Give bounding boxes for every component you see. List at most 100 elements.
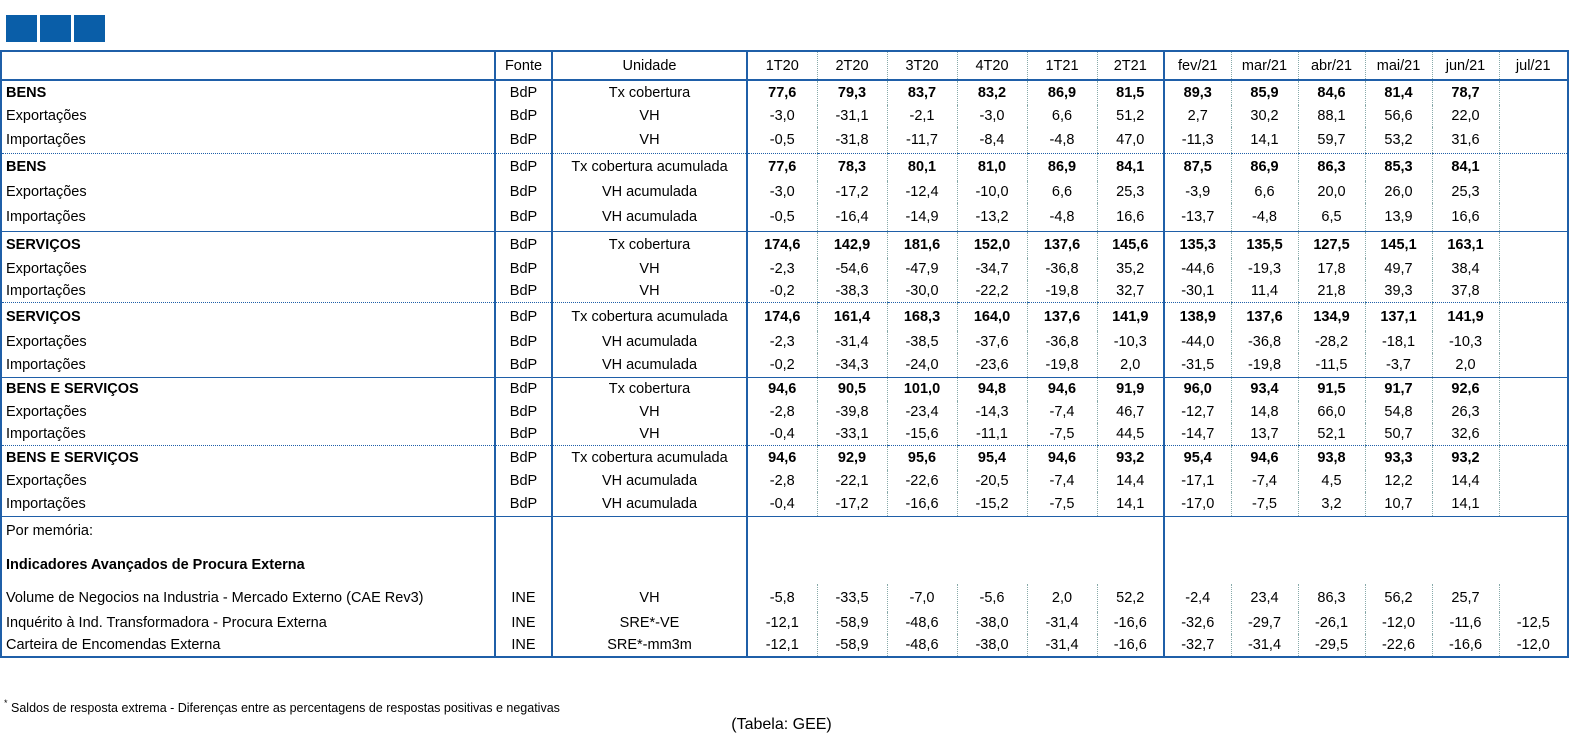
value-cell	[1498, 377, 1569, 401]
value-cell: -4,8	[1230, 203, 1298, 232]
value-cell: -32,6	[1163, 612, 1231, 634]
value-cell	[1498, 105, 1569, 127]
value-cell: -0,5	[746, 127, 817, 154]
empty-cell	[887, 546, 957, 584]
row-unit: Tx cobertura acumulada	[551, 153, 747, 181]
row-unit: Tx cobertura	[551, 80, 747, 105]
value-cell: 51,2	[1096, 105, 1164, 127]
value-cell: 134,9	[1297, 302, 1365, 331]
row-unit: VH	[551, 258, 747, 280]
value-cell: -12,4	[886, 181, 957, 203]
row-source: BdP	[494, 302, 552, 331]
value-cell: -47,9	[886, 258, 957, 280]
value-cell: 145,1	[1364, 231, 1432, 258]
value-cell: -18,1	[1364, 331, 1432, 353]
value-cell: 39,3	[1364, 280, 1432, 303]
value-cell: 78,7	[1431, 80, 1499, 105]
value-cell: 11,4	[1230, 280, 1298, 303]
value-cell: -31,4	[1026, 634, 1097, 658]
value-cell: 79,3	[816, 80, 887, 105]
value-cell: 14,4	[1431, 470, 1499, 492]
value-cell: 95,4	[956, 445, 1027, 470]
month-header: mar/21	[1230, 50, 1298, 81]
value-cell: -17,2	[816, 181, 887, 203]
value-cell: -2,3	[746, 331, 817, 353]
row-source: BdP	[494, 80, 552, 105]
row-source: BdP	[494, 280, 552, 303]
logo-block	[74, 15, 105, 42]
value-cell: 93,8	[1297, 445, 1365, 470]
value-cell: -11,7	[886, 127, 957, 154]
value-cell: 56,2	[1364, 584, 1432, 612]
row-source: INE	[494, 634, 552, 658]
value-cell: -38,5	[886, 331, 957, 353]
row-source: BdP	[494, 231, 552, 258]
value-cell: 6,6	[1230, 181, 1298, 203]
value-cell: 81,4	[1364, 80, 1432, 105]
row-label: BENS	[0, 80, 495, 105]
value-cell: -12,0	[1498, 634, 1569, 658]
value-cell: -31,1	[816, 105, 887, 127]
empty-cell	[1097, 546, 1164, 584]
value-cell: 16,6	[1431, 203, 1499, 232]
empty-cell	[1231, 546, 1298, 584]
value-cell: 52,1	[1297, 423, 1365, 446]
quarter-header: 1T21	[1026, 50, 1097, 81]
table-row: Importações BdP VH acumulada -0,5 -16,4 -14,9…	[0, 203, 1569, 232]
row-label: Inquérito à Ind. Transformadora - Procur…	[0, 612, 495, 634]
row-label: Exportações	[0, 331, 495, 353]
empty-cell	[1298, 516, 1365, 546]
row-unit: Tx cobertura	[551, 231, 747, 258]
value-cell: -14,9	[886, 203, 957, 232]
month-header: jun/21	[1431, 50, 1499, 81]
value-cell: -3,7	[1364, 353, 1432, 378]
value-cell: 46,7	[1096, 401, 1164, 423]
value-cell: 141,9	[1431, 302, 1499, 331]
value-cell: 49,7	[1364, 258, 1432, 280]
value-cell: -12,1	[746, 634, 817, 658]
value-cell: 25,3	[1096, 181, 1164, 203]
row-source: BdP	[494, 470, 552, 492]
value-cell: -22,1	[816, 470, 887, 492]
value-cell: -3,0	[746, 105, 817, 127]
value-cell: 161,4	[816, 302, 887, 331]
value-cell: -3,0	[956, 105, 1027, 127]
value-cell: 86,3	[1297, 584, 1365, 612]
value-cell: 14,1	[1230, 127, 1298, 154]
value-cell: 2,7	[1163, 105, 1231, 127]
value-cell: -44,0	[1163, 331, 1231, 353]
empty-cell	[817, 516, 887, 546]
value-cell: -10,3	[1431, 331, 1499, 353]
value-cell: -17,2	[816, 492, 887, 517]
row-unit: VH	[551, 280, 747, 303]
value-cell	[1498, 584, 1569, 612]
empty-cell	[1365, 516, 1432, 546]
value-cell: -29,7	[1230, 612, 1298, 634]
row-unit: VH	[551, 105, 747, 127]
row-label: Exportações	[0, 258, 495, 280]
row-label: Exportações	[0, 105, 495, 127]
value-cell: -2,1	[886, 105, 957, 127]
value-cell	[1498, 423, 1569, 446]
value-cell: -36,8	[1026, 331, 1097, 353]
value-cell: 142,9	[816, 231, 887, 258]
value-cell: -13,7	[1163, 203, 1231, 232]
value-cell: -14,3	[956, 401, 1027, 423]
quarter-header: 4T20	[956, 50, 1027, 81]
value-cell: 14,4	[1096, 470, 1164, 492]
value-cell: -4,8	[1026, 127, 1097, 154]
empty-cell	[1231, 516, 1298, 546]
value-cell: 77,6	[746, 153, 817, 181]
value-cell: 6,6	[1026, 181, 1097, 203]
row-unit: VH	[551, 401, 747, 423]
row-source: BdP	[494, 127, 552, 154]
table-row: Importações BdP VH -0,2 -38,3 -30,0 -22,2 -19,8…	[0, 280, 1569, 303]
value-cell: 93,2	[1096, 445, 1164, 470]
value-cell: 52,2	[1096, 584, 1164, 612]
value-cell: 92,6	[1431, 377, 1499, 401]
table-source: (Tabela: GEE)	[731, 716, 832, 733]
value-cell	[1498, 401, 1569, 423]
memo-subtitle-row: Indicadores Avançados de Procura Externa	[0, 546, 1569, 584]
row-unit: VH	[551, 423, 747, 446]
row-source: BdP	[494, 353, 552, 378]
